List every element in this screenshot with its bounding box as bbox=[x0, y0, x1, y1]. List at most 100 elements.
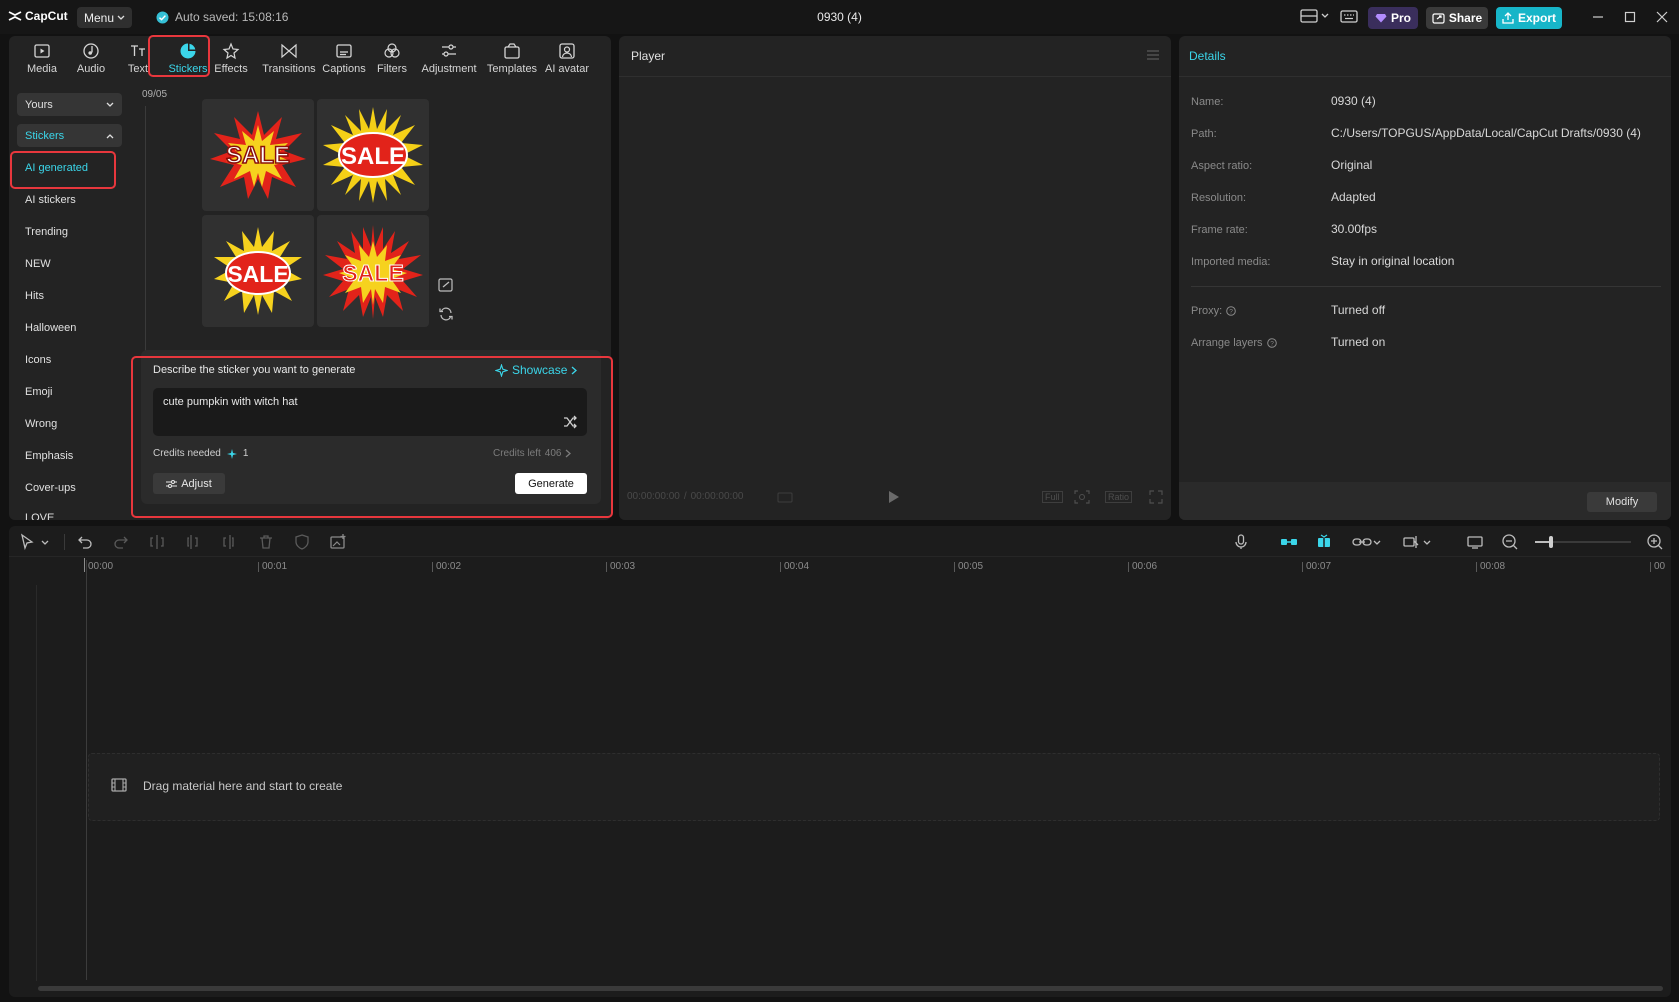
help-icon[interactable]: ? bbox=[1266, 338, 1277, 348]
svg-text:?: ? bbox=[1270, 341, 1274, 348]
detail-resolution-value: Adapted bbox=[1331, 190, 1376, 204]
menu-label: Menu bbox=[83, 10, 115, 25]
shortcut-keyboard-button[interactable] bbox=[1340, 10, 1358, 23]
layout-switcher[interactable] bbox=[1300, 9, 1329, 23]
minimize-button[interactable] bbox=[1589, 8, 1607, 26]
category-hits[interactable]: Hits bbox=[25, 290, 44, 302]
split-left-button[interactable] bbox=[184, 533, 202, 551]
playhead[interactable] bbox=[86, 560, 87, 980]
regenerate-button[interactable] bbox=[437, 305, 455, 323]
ruler-label: 00:08 bbox=[1480, 561, 1506, 572]
timeline-preview-button[interactable] bbox=[1466, 533, 1484, 551]
timecode-icon bbox=[777, 492, 793, 503]
zoom-in-button[interactable] bbox=[1646, 533, 1664, 551]
select-tool-dropdown[interactable] bbox=[40, 533, 50, 551]
timecode-settings-button[interactable] bbox=[777, 492, 793, 503]
split-button[interactable] bbox=[148, 533, 166, 551]
help-icon[interactable]: ? bbox=[1226, 306, 1236, 316]
menu-button[interactable]: Menu bbox=[77, 7, 132, 28]
zoom-out-button[interactable] bbox=[1501, 533, 1519, 551]
export-button[interactable]: Export bbox=[1496, 7, 1562, 29]
current-time: 00:00:00:00 bbox=[627, 491, 680, 502]
tab-captions[interactable]: Captions bbox=[318, 41, 370, 79]
category-emphasis[interactable]: Emphasis bbox=[25, 450, 73, 462]
tab-templates[interactable]: Templates bbox=[484, 41, 540, 79]
linkage-button[interactable] bbox=[1352, 533, 1386, 551]
chevron-down-icon bbox=[1423, 540, 1431, 545]
detail-resolution-label: Resolution: bbox=[1191, 192, 1247, 204]
timeline-scrollbar[interactable] bbox=[38, 986, 1663, 991]
ruler-label: 00:02 bbox=[436, 561, 462, 572]
preview-axis-button[interactable] bbox=[1402, 533, 1436, 551]
category-love[interactable]: LOVE bbox=[25, 512, 54, 520]
full-quality-button[interactable]: Full bbox=[1042, 491, 1063, 503]
layout-icon bbox=[1300, 9, 1318, 23]
dropzone-hint: Drag material here and start to create bbox=[143, 779, 343, 793]
ratio-button[interactable]: Ratio bbox=[1105, 491, 1133, 503]
auto-snap-button[interactable] bbox=[1315, 533, 1333, 551]
preview-axis-icon bbox=[1403, 536, 1419, 548]
delete-button[interactable] bbox=[257, 533, 275, 551]
tab-effects[interactable]: Effects bbox=[205, 41, 257, 79]
fullscreen-button[interactable] bbox=[1149, 490, 1163, 504]
diamond-icon bbox=[1375, 14, 1387, 23]
undo-button[interactable] bbox=[76, 533, 94, 551]
track-header-divider bbox=[36, 585, 37, 981]
main-track-magnet-button[interactable] bbox=[1280, 533, 1298, 551]
yours-dropdown[interactable]: Yours bbox=[17, 93, 122, 116]
marker-button[interactable] bbox=[293, 533, 311, 551]
sale-sticker-image: SALE bbox=[323, 107, 423, 203]
ruler-tick bbox=[954, 562, 955, 572]
detail-layers-label-group: Arrange layers ? bbox=[1191, 337, 1277, 349]
trash-icon bbox=[260, 535, 272, 549]
share-button[interactable]: Share bbox=[1426, 7, 1488, 29]
select-tool-button[interactable] bbox=[18, 533, 36, 551]
svg-text:?: ? bbox=[1229, 309, 1233, 316]
category-cover-ups[interactable]: Cover-ups bbox=[25, 482, 76, 494]
sticker-text: SALE bbox=[341, 143, 405, 170]
sticker-thumb-2[interactable]: SALE bbox=[317, 99, 429, 211]
time-separator: / bbox=[683, 491, 687, 502]
tab-media[interactable]: Media bbox=[16, 41, 68, 79]
add-media-button[interactable] bbox=[329, 533, 347, 551]
close-window-button[interactable] bbox=[1653, 8, 1671, 26]
tab-audio[interactable]: Audio bbox=[65, 41, 117, 79]
chevron-up-icon bbox=[106, 133, 114, 138]
redo-button[interactable] bbox=[112, 533, 130, 551]
category-halloween[interactable]: Halloween bbox=[25, 322, 76, 334]
zoom-in-icon bbox=[1647, 534, 1663, 550]
split-right-button[interactable] bbox=[219, 533, 237, 551]
stickers-category-label: Stickers bbox=[25, 129, 65, 142]
category-ai-stickers[interactable]: AI stickers bbox=[25, 194, 76, 206]
category-icons[interactable]: Icons bbox=[25, 354, 51, 366]
maximize-button[interactable] bbox=[1621, 8, 1639, 26]
category-wrong[interactable]: Wrong bbox=[25, 418, 57, 430]
tab-ai-avatar[interactable]: AI avatar bbox=[539, 41, 595, 79]
toolbar-separator bbox=[64, 534, 65, 550]
snapshot-button[interactable] bbox=[1074, 490, 1090, 504]
tab-filters[interactable]: Filters bbox=[366, 41, 418, 79]
sticker-thumb-1[interactable]: SALE bbox=[202, 99, 314, 211]
pro-button[interactable]: Pro bbox=[1368, 7, 1418, 29]
sticker-thumb-4[interactable]: SALE bbox=[317, 215, 429, 327]
play-button[interactable] bbox=[888, 490, 900, 504]
tab-transitions[interactable]: Transitions bbox=[259, 41, 319, 79]
edit-sticker-button[interactable] bbox=[437, 276, 455, 294]
chevron-down-icon bbox=[1321, 13, 1329, 18]
player-menu-button[interactable] bbox=[1146, 49, 1160, 61]
category-trending[interactable]: Trending bbox=[25, 226, 68, 238]
app-logo-text: CapCut bbox=[25, 9, 68, 23]
stickers-dropdown[interactable]: Stickers bbox=[17, 124, 122, 147]
zoom-slider-handle[interactable] bbox=[1549, 536, 1553, 548]
gallery-divider bbox=[145, 106, 146, 368]
ruler-label: 00:00 bbox=[88, 561, 114, 572]
share-icon bbox=[1432, 13, 1445, 24]
modify-button[interactable]: Modify bbox=[1587, 492, 1657, 512]
sticker-thumb-3[interactable]: SALE bbox=[202, 215, 314, 327]
tab-adjustment[interactable]: Adjustment bbox=[419, 41, 479, 79]
ruler-tick bbox=[1128, 562, 1129, 572]
record-voiceover-button[interactable] bbox=[1232, 533, 1250, 551]
category-emoji[interactable]: Emoji bbox=[25, 386, 53, 398]
category-ai-generated[interactable]: AI generated bbox=[25, 162, 88, 174]
category-new[interactable]: NEW bbox=[25, 258, 51, 270]
